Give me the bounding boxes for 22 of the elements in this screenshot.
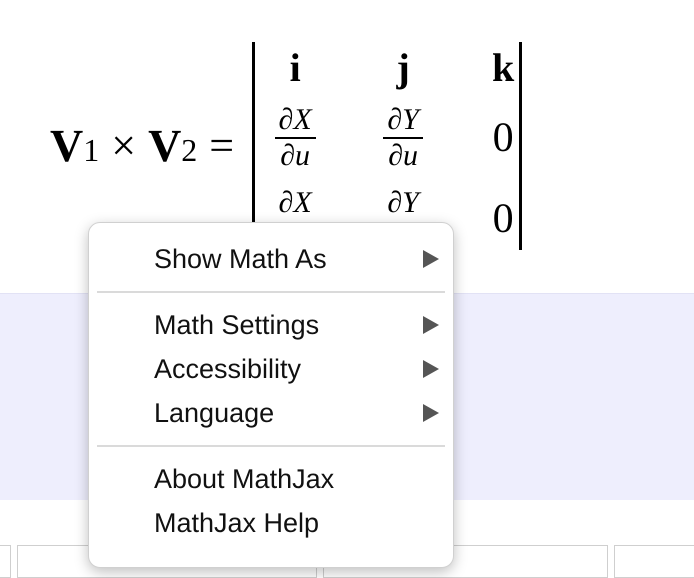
- menu-item[interactable]: About MathJax: [89, 457, 453, 501]
- vector-symbol: V2: [148, 123, 198, 169]
- fraction-numerator: ∂Y: [383, 103, 423, 139]
- fraction-denominator: ∂u: [388, 139, 418, 173]
- unit-vector: k: [492, 48, 514, 88]
- math-operator: =: [209, 124, 234, 168]
- fraction-numerator: ∂X: [274, 103, 316, 139]
- math-operator: ×: [111, 124, 136, 168]
- menu-item[interactable]: Math Settings: [89, 303, 453, 347]
- menu-item[interactable]: MathJax Help: [89, 501, 453, 545]
- panel-box: [0, 545, 11, 578]
- fraction-numerator: ∂Y: [383, 186, 423, 220]
- vector-symbol: V1: [50, 123, 100, 169]
- fraction-denominator: ∂u: [280, 139, 310, 173]
- menu-item[interactable]: Show Math As: [89, 237, 453, 281]
- fraction-numerator: ∂X: [278, 186, 314, 220]
- matrix-entry: 0: [492, 117, 514, 159]
- matrix-entry: 0: [492, 198, 514, 240]
- unit-vector: j: [396, 48, 410, 88]
- menu-item[interactable]: Accessibility: [89, 347, 453, 391]
- menu-item[interactable]: Language: [89, 391, 453, 435]
- unit-vector: i: [290, 48, 301, 88]
